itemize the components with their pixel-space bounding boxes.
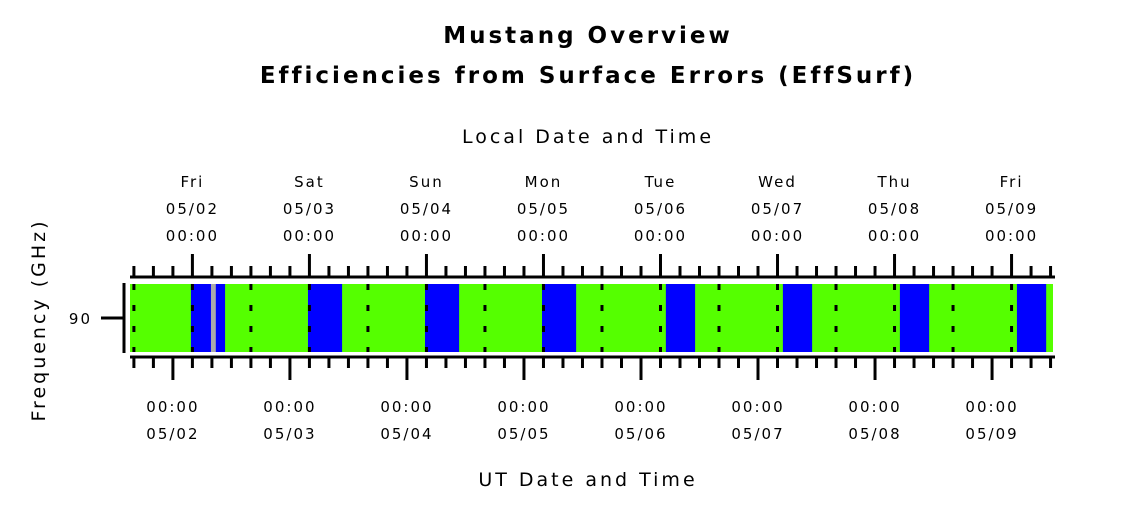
bottom-tick-date: 05/02 [146,425,199,443]
segment-poor [307,284,343,352]
bottom-tick-date: 05/08 [848,425,901,443]
bottom-tick-date: 05/04 [380,425,433,443]
top-tick-day: Fri [1000,173,1024,191]
top-tick-day: Fri [180,173,204,191]
top-tick-date: 05/09 [985,200,1038,218]
top-axis-label: Local Date and Time [462,126,714,148]
bottom-tick-date: 05/09 [965,425,1018,443]
top-tick-time: 00:00 [868,227,921,245]
top-tick-time: 00:00 [517,227,570,245]
top-tick-date: 05/08 [868,200,921,218]
top-tick-time: 00:00 [166,227,219,245]
top-tick-date: 05/04 [400,200,453,218]
segment-poor [899,284,930,352]
top-tick-date: 05/06 [634,200,687,218]
segment-poor [665,284,696,352]
bottom-tick-date: 05/03 [263,425,316,443]
top-tick-date: 05/02 [166,200,219,218]
top-tick-time: 00:00 [634,227,687,245]
top-tick-date: 05/05 [517,200,570,218]
top-tick-day: Wed [758,173,797,191]
bottom-tick-time: 00:00 [848,398,901,416]
segment-poor [782,284,813,352]
top-tick-day: Thu [876,173,911,191]
bottom-tick-time: 00:00 [614,398,667,416]
bottom-axis-label: UT Date and Time [478,469,697,491]
segment-poor [424,284,460,352]
top-tick-day: Sat [294,173,325,191]
bottom-tick-time: 00:00 [497,398,550,416]
bottom-tick-time: 00:00 [146,398,199,416]
top-tick-time: 00:00 [985,227,1038,245]
bottom-tick-date: 05/05 [497,425,550,443]
chart-subtitle: Efficiencies from Surface Errors (EffSur… [260,63,916,89]
segment-poor [1016,284,1047,352]
bottom-tick-date: 05/07 [731,425,784,443]
chart: Mustang Overview Efficiencies from Surfa… [28,23,1055,491]
bottom-tick-time: 00:00 [380,398,433,416]
bottom-tick-date: 05/06 [614,425,667,443]
bottom-tick-time: 00:00 [263,398,316,416]
top-tick-time: 00:00 [400,227,453,245]
y-axis-label: Frequency (GHz) [28,218,50,421]
top-tick-time: 00:00 [283,227,336,245]
top-tick-time: 00:00 [751,227,804,245]
top-tick-day: Tue [644,173,677,191]
bottom-tick-time: 00:00 [965,398,1018,416]
y-tick-label: 90 [69,310,92,328]
top-tick-day: Mon [525,173,563,191]
chart-title: Mustang Overview [443,23,733,49]
top-tick-day: Sun [409,173,444,191]
bottom-tick-time: 00:00 [731,398,784,416]
segment-poor [190,284,226,352]
segment-nodata [210,284,216,352]
top-tick-date: 05/03 [283,200,336,218]
segment-poor [542,284,577,352]
top-tick-date: 05/07 [751,200,804,218]
